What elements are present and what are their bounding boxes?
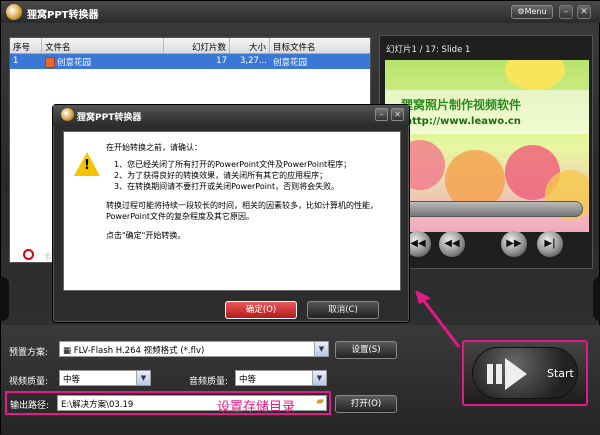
col-size[interactable]: 大小 [230,38,270,53]
col-index[interactable]: 序号 [10,38,42,53]
slide-headline: 狸窝照片制作视频软件 [401,98,522,112]
col-target[interactable]: 目标文件名 [270,38,370,53]
video-quality-label: 视频质量: [9,377,49,387]
output-annotation: 设置存储目录 [217,400,296,415]
start-arrow-icon [487,358,527,390]
video-quality-select[interactable]: 中等 ▼ [59,370,151,386]
open-button[interactable]: 打开(O) [335,395,397,413]
row-filename-text: 创意花园 [57,58,92,68]
menu-button[interactable]: ⚙Menu [511,5,553,19]
settings-button[interactable]: 设置(S) [335,341,397,359]
chevron-down-icon[interactable]: ▼ [136,371,150,385]
table-header: 序号 文件名 幻灯片数 大小 目标文件名 [10,38,370,54]
row-size: 3,27... [239,56,267,66]
output-label: 输出路径: [10,401,50,411]
dialog-body: ! 在开始转换之前，请确认： 1、您已经关闭了所有打开的PowerPoint文件… [63,131,401,291]
chevron-down-icon[interactable]: ▼ [314,342,328,356]
folder-icon[interactable]: ▰ [316,396,324,407]
dialog-title: 狸窝PPT转换器 [77,113,142,123]
audio-quality-select[interactable]: 中等 ▼ [235,370,327,386]
preview-caption: 幻灯片1 / 17: Slide 1 [386,45,471,55]
row-index: 1 [13,56,19,66]
msg-line: 点击"确定"开始转换。 [106,231,186,240]
side-grip-left [0,277,9,321]
seek-bar[interactable] [393,201,583,217]
start-button[interactable]: Start [472,347,578,399]
col-slides[interactable]: 幻灯片数 [164,38,230,53]
cancel-button[interactable]: 取消(C) [307,301,379,319]
audio-quality-label: 音频质量: [189,377,229,387]
preset-select[interactable]: ▦ FLV-Flash H.264 视频格式 (*.flv) ▼ [59,341,329,357]
dialog-message: 在开始转换之前，请确认： 1、您已经关闭了所有打开的PowerPoint文件及P… [106,142,396,241]
close-icon[interactable]: ✕ [577,5,591,19]
flv-icon: ▦ [63,346,74,356]
menu-label: Menu [524,7,547,16]
title-bar: 狸窝PPT转换器 ⚙Menu – ✕ [1,1,600,23]
dialog-title-bar: 狸窝PPT转换器 – ✕ [53,105,409,125]
confirm-dialog: 狸窝PPT转换器 – ✕ ! 在开始转换之前，请确认： 1、您已经关闭了所有打开… [52,104,410,323]
next-icon[interactable]: ▶| [537,231,563,257]
row-target: 创意花园 [273,58,308,68]
fast-forward-icon[interactable]: ▶▶ [501,231,527,257]
row-filename: 创意花园 [42,54,164,69]
audio-quality-value: 中等 [239,375,257,385]
msg-line: 在开始转换之前，请确认： [106,143,202,152]
app-logo-icon [61,108,74,121]
start-highlight-box: Start [462,340,588,406]
preset-label: 预置方案: [9,348,49,358]
minimize-icon[interactable]: – [559,5,573,19]
remove-icon[interactable] [23,249,34,260]
ok-button[interactable]: 确定(O) [225,301,297,319]
msg-line: 2、为了获得良好的转换效果，请关闭所有其它的应用程序； [114,171,328,180]
close-icon[interactable]: ✕ [391,108,404,121]
rewind-icon[interactable]: ◀◀ [439,231,465,257]
msg-line: 3、在转换期间请不要打开或关闭PowerPoint，否则将会失败。 [114,182,340,191]
warning-mark: ! [84,158,90,173]
row-slides: 17 [216,56,227,66]
col-filename[interactable]: 文件名 [42,38,164,53]
msg-line: 转换过程可能将持续一段较长的时间，相关的因素较多，比如计算机的性能，PowerP… [106,201,378,221]
slide-url: http://www.leawo.cn [405,116,521,127]
preset-value: FLV-Flash H.264 视频格式 (*.flv) [73,346,205,356]
app-logo-icon [6,4,22,20]
video-quality-value: 中等 [63,375,81,385]
ppt-file-icon [45,57,55,68]
window-title: 狸窝PPT转换器 [27,10,99,21]
start-label: Start [547,367,574,380]
table-row[interactable]: 1 创意花园 17 3,27... 创意花园 [10,54,370,69]
output-path-value: E:\解决方案\03.19 [61,400,134,410]
side-grip-right [593,277,600,321]
msg-line: 1、您已经关闭了所有打开的PowerPoint文件及PowerPoint程序； [114,160,352,169]
minimize-icon[interactable]: – [375,108,388,121]
chevron-down-icon[interactable]: ▼ [312,371,326,385]
